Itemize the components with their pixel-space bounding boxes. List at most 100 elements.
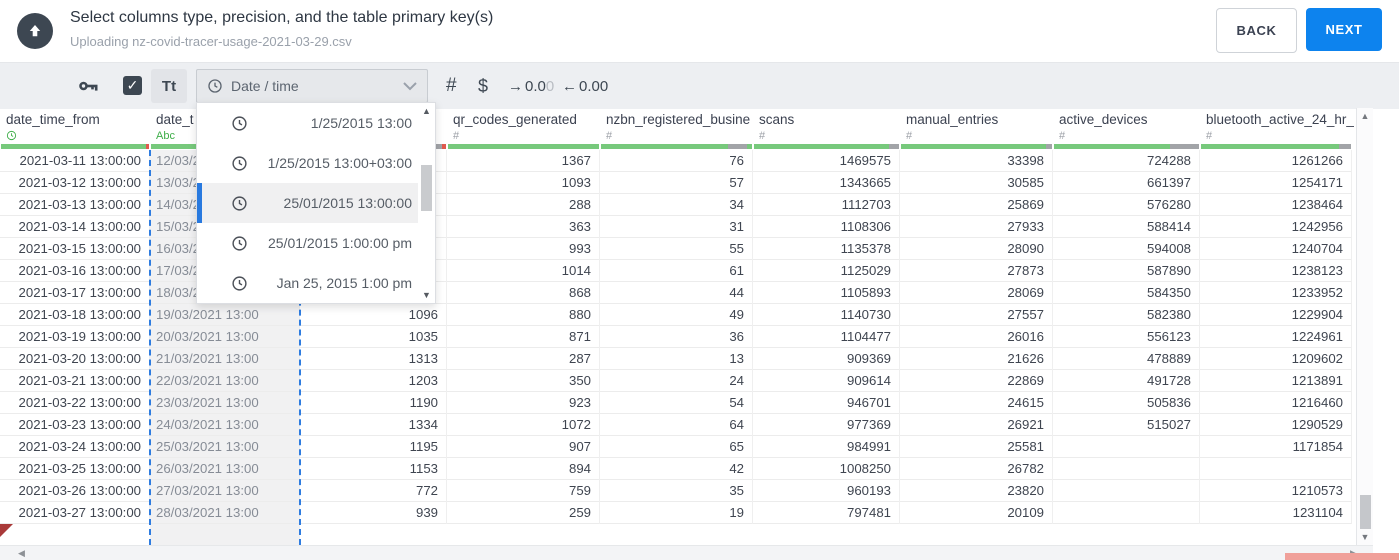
- cell[interactable]: 1261266: [1200, 150, 1352, 172]
- cell[interactable]: 1210573: [1200, 480, 1352, 502]
- cell[interactable]: 20109: [900, 502, 1053, 524]
- cell[interactable]: 772: [300, 480, 447, 502]
- format-option[interactable]: 1/25/2015 13:00+03:00: [197, 143, 418, 183]
- cell[interactable]: 20/03/2021 13:00: [150, 326, 300, 348]
- cell[interactable]: 55: [600, 238, 753, 260]
- cell[interactable]: 1195: [300, 436, 447, 458]
- cell[interactable]: 2021-03-12 13:00:00: [0, 172, 150, 194]
- cell[interactable]: 1238464: [1200, 194, 1352, 216]
- cell[interactable]: 584350: [1053, 282, 1200, 304]
- cell[interactable]: 1008250: [753, 458, 900, 480]
- format-option[interactable]: Jan 25, 2015 1:00 pm: [197, 263, 418, 303]
- cell[interactable]: 1238123: [1200, 260, 1352, 282]
- cell[interactable]: 1334: [300, 414, 447, 436]
- cell[interactable]: 2021-03-22 13:00:00: [0, 392, 150, 414]
- cell[interactable]: 25/03/2021 13:00: [150, 436, 300, 458]
- cell[interactable]: 13: [600, 348, 753, 370]
- cell[interactable]: 44: [600, 282, 753, 304]
- cell[interactable]: [1053, 502, 1200, 524]
- cell[interactable]: 1343665: [753, 172, 900, 194]
- cell[interactable]: 23820: [900, 480, 1053, 502]
- cell[interactable]: 2021-03-14 13:00:00: [0, 216, 150, 238]
- cell[interactable]: 1233952: [1200, 282, 1352, 304]
- cell[interactable]: 34: [600, 194, 753, 216]
- cell[interactable]: 21/03/2021 13:00: [150, 348, 300, 370]
- cell[interactable]: 35: [600, 480, 753, 502]
- cell[interactable]: [1053, 480, 1200, 502]
- cell[interactable]: 907: [447, 436, 600, 458]
- cell[interactable]: 26/03/2021 13:00: [150, 458, 300, 480]
- cell[interactable]: 661397: [1053, 172, 1200, 194]
- cell[interactable]: 49: [600, 304, 753, 326]
- cell[interactable]: 1104477: [753, 326, 900, 348]
- menu-scrollbar-thumb[interactable]: [421, 165, 432, 211]
- vertical-scrollbar-thumb[interactable]: [1360, 495, 1371, 529]
- cell[interactable]: 2021-03-17 13:00:00: [0, 282, 150, 304]
- cell[interactable]: [1053, 458, 1200, 480]
- cell[interactable]: 363: [447, 216, 600, 238]
- cell[interactable]: 24615: [900, 392, 1053, 414]
- cell[interactable]: 923: [447, 392, 600, 414]
- include-column-checkbox[interactable]: ✓: [123, 76, 142, 95]
- cell[interactable]: 1014: [447, 260, 600, 282]
- cell[interactable]: 894: [447, 458, 600, 480]
- cell[interactable]: 1153: [300, 458, 447, 480]
- cell[interactable]: 1216460: [1200, 392, 1352, 414]
- cell[interactable]: 556123: [1053, 326, 1200, 348]
- cell[interactable]: 33398: [900, 150, 1053, 172]
- cell[interactable]: 1125029: [753, 260, 900, 282]
- cell[interactable]: 23/03/2021 13:00: [150, 392, 300, 414]
- back-button[interactable]: BACK: [1216, 8, 1297, 53]
- cell[interactable]: 26921: [900, 414, 1053, 436]
- cell[interactable]: 22869: [900, 370, 1053, 392]
- format-option[interactable]: 25/01/2015 13:00:00: [197, 183, 418, 223]
- cell[interactable]: 2021-03-24 13:00:00: [0, 436, 150, 458]
- cell[interactable]: 287: [447, 348, 600, 370]
- cell[interactable]: 1367: [447, 150, 600, 172]
- cell[interactable]: 30585: [900, 172, 1053, 194]
- number-type-button[interactable]: #: [446, 63, 457, 109]
- cell[interactable]: 27557: [900, 304, 1053, 326]
- cell[interactable]: 57: [600, 172, 753, 194]
- cell[interactable]: 759: [447, 480, 600, 502]
- cell[interactable]: 939: [300, 502, 447, 524]
- cell[interactable]: 1105893: [753, 282, 900, 304]
- text-type-button[interactable]: Tt: [151, 69, 187, 103]
- cell[interactable]: 1313: [300, 348, 447, 370]
- cell[interactable]: 2021-03-27 13:00:00: [0, 502, 150, 524]
- scroll-left-arrow-icon[interactable]: ◀: [18, 548, 25, 559]
- cell[interactable]: 54: [600, 392, 753, 414]
- scroll-down-arrow-icon[interactable]: ▼: [418, 290, 435, 300]
- cell[interactable]: 582380: [1053, 304, 1200, 326]
- cell[interactable]: 880: [447, 304, 600, 326]
- cell[interactable]: 24: [600, 370, 753, 392]
- cell[interactable]: 724288: [1053, 150, 1200, 172]
- next-button[interactable]: NEXT: [1306, 8, 1382, 51]
- cell[interactable]: 946701: [753, 392, 900, 414]
- cell[interactable]: 2021-03-13 13:00:00: [0, 194, 150, 216]
- cell[interactable]: 288: [447, 194, 600, 216]
- cell[interactable]: 31: [600, 216, 753, 238]
- cell[interactable]: 25869: [900, 194, 1053, 216]
- vertical-scrollbar[interactable]: ▲ ▼: [1356, 108, 1373, 545]
- cell[interactable]: 2021-03-15 13:00:00: [0, 238, 150, 260]
- cell[interactable]: 25581: [900, 436, 1053, 458]
- cell[interactable]: 2021-03-21 13:00:00: [0, 370, 150, 392]
- cell[interactable]: 1224961: [1200, 326, 1352, 348]
- cell[interactable]: 65: [600, 436, 753, 458]
- cell[interactable]: 2021-03-19 13:00:00: [0, 326, 150, 348]
- cell[interactable]: 478889: [1053, 348, 1200, 370]
- cell[interactable]: 2021-03-26 13:00:00: [0, 480, 150, 502]
- cell[interactable]: 1190: [300, 392, 447, 414]
- cell[interactable]: 61: [600, 260, 753, 282]
- currency-type-button[interactable]: $: [478, 63, 488, 109]
- cell[interactable]: 350: [447, 370, 600, 392]
- cell[interactable]: 993: [447, 238, 600, 260]
- cell[interactable]: 2021-03-18 13:00:00: [0, 304, 150, 326]
- cell[interactable]: 26782: [900, 458, 1053, 480]
- cell[interactable]: 2021-03-20 13:00:00: [0, 348, 150, 370]
- remove-precision-button[interactable]: ← 0.00: [562, 63, 608, 109]
- cell[interactable]: 2021-03-23 13:00:00: [0, 414, 150, 436]
- scroll-up-arrow-icon[interactable]: ▲: [1357, 111, 1373, 121]
- cell[interactable]: 27933: [900, 216, 1053, 238]
